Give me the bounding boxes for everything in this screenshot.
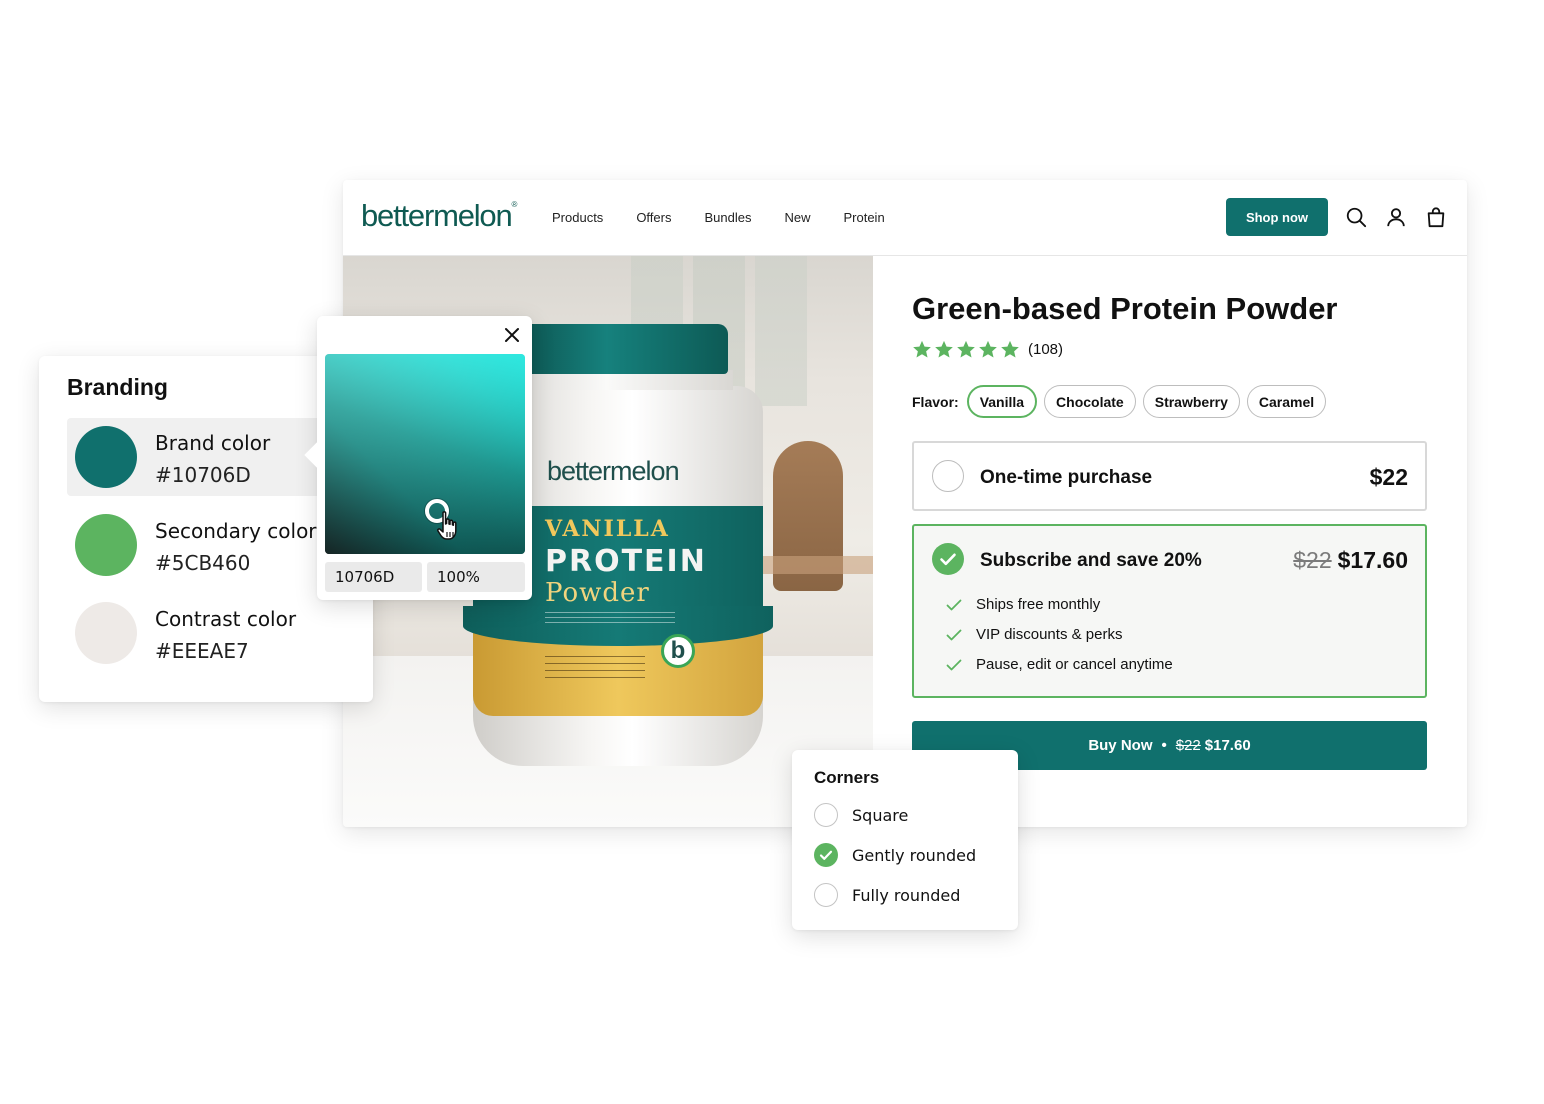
star-icon [979,340,997,358]
store-navbar: bettermelon® Products Offers Bundles New… [343,180,1467,256]
checkmark-icon [940,553,956,566]
nav-links: Products Offers Bundles New Protein [552,210,918,225]
corner-option-label: Fully rounded [852,885,961,905]
opacity-input[interactable]: 100% [427,562,525,592]
corner-radio-gently-rounded[interactable] [814,843,838,867]
buy-now-old-price: $22 [1175,737,1201,754]
star-icon [957,340,975,358]
one-time-price: $22 [1369,464,1408,490]
corner-option-label: Gently rounded [852,845,977,865]
corner-option-gently-rounded[interactable]: Gently rounded [814,843,976,867]
subscribe-radio[interactable] [932,543,964,575]
jar-flavor-text: VANILLA [545,516,670,542]
checkmark-icon [819,850,833,860]
flavor-selector: Flavor: Vanilla Chocolate Strawberry Car… [912,385,1333,418]
search-icon[interactable] [1345,206,1367,228]
buy-now-label: Buy Now [1088,737,1153,754]
contrast-color-hex: #EEEAE7 [155,639,249,663]
subscribe-label: Subscribe and save 20% [980,550,1202,571]
rating: (108) [912,340,1063,359]
contrast-color-swatch[interactable] [75,602,137,664]
close-icon[interactable] [503,326,521,344]
flavor-chip-strawberry[interactable]: Strawberry [1142,385,1240,418]
nav-link-new[interactable]: New [784,210,810,225]
color-gradient-area[interactable] [325,354,525,554]
flavor-chip-vanilla[interactable]: Vanilla [966,385,1038,418]
contrast-color-name: Contrast color [155,607,297,631]
buy-now-price: $17.60 [1204,737,1251,754]
check-icon [946,659,962,670]
jar-net-weight-print [545,656,645,684]
jar-logo: bettermelon [547,456,680,486]
flavor-label: Flavor: [912,393,959,410]
star-icon [935,340,953,358]
review-count[interactable]: (108) [1028,341,1063,358]
brand-color-hex: #10706D [155,463,251,487]
secondary-color-hex: #5CB460 [155,551,251,575]
shop-now-button[interactable]: Shop now [1226,198,1328,236]
subscribe-option[interactable]: Subscribe and save 20% $22 $17.60 Ships f… [912,524,1427,698]
jar-fine-print [545,612,675,626]
check-icon [946,599,962,610]
subscribe-new-price: $17.60 [1337,547,1408,573]
perk-label: VIP discounts & perks [976,626,1123,643]
check-icon [946,629,962,640]
jar-name-line2: Powder [545,578,650,608]
branding-title: Branding [67,374,168,400]
hand-pointer-icon [437,511,457,540]
perk-item: Pause, edit or cancel anytime [946,656,1173,673]
brand-color-name: Brand color [155,431,271,455]
perk-item: VIP discounts & perks [946,626,1122,643]
one-time-radio[interactable] [932,460,964,492]
nav-link-protein[interactable]: Protein [843,210,884,225]
nav-link-offers[interactable]: Offers [636,210,671,225]
corner-option-label: Square [852,805,909,825]
buy-now-separator: • [1161,737,1167,754]
store-logo[interactable]: bettermelon® [361,198,517,234]
secondary-color-name: Secondary color [155,519,317,543]
secondary-color-row[interactable]: Secondary color #5CB460 [67,506,357,584]
perk-label: Ships free monthly [976,596,1101,613]
color-picker-popover: 10706D 100% [304,316,532,600]
nav-link-products[interactable]: Products [552,210,603,225]
brand-color-swatch[interactable] [75,426,137,488]
corner-radio-square[interactable] [814,803,838,827]
jar-lid [508,324,728,374]
one-time-label: One-time purchase [980,467,1153,488]
corner-option-fully-rounded[interactable]: Fully rounded [814,883,960,907]
perk-item: Ships free monthly [946,596,1100,613]
secondary-color-swatch[interactable] [75,514,137,576]
flavor-chip-caramel[interactable]: Caramel [1246,385,1327,418]
subscribe-old-price: $22 [1293,547,1332,573]
hex-input[interactable]: 10706D [325,562,422,592]
perk-label: Pause, edit or cancel anytime [976,656,1173,673]
gradient-tint [325,354,525,554]
corner-radio-fully-rounded[interactable] [814,883,838,907]
corners-panel: Corners Square Gently rounded Fully roun… [792,750,1018,930]
corners-title: Corners [814,768,880,787]
nav-link-bundles[interactable]: Bundles [704,210,751,225]
star-icon [1001,340,1019,358]
one-time-purchase-option[interactable]: One-time purchase $22 [912,441,1427,511]
shopping-bag-icon[interactable] [1425,206,1447,228]
user-icon[interactable] [1385,206,1407,228]
product-title: Green-based Protein Powder [912,291,1338,326]
flavor-chip-chocolate[interactable]: Chocolate [1044,385,1136,418]
contrast-color-row[interactable]: Contrast color #EEEAE7 [67,594,357,672]
jar-name-line1: PROTEIN [545,544,707,579]
jar-badge: b [661,634,695,668]
star-icon [913,340,931,358]
subscribe-price: $22 $17.60 [1293,547,1408,574]
corner-option-square[interactable]: Square [814,803,908,827]
